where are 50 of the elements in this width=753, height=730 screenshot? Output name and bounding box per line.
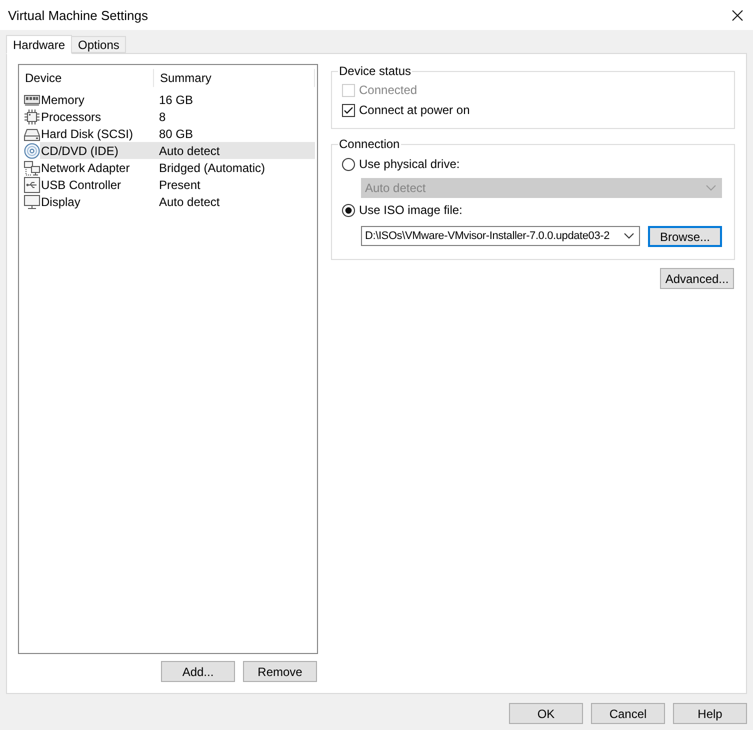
device-summary: Present <box>158 176 200 194</box>
device-name: Memory <box>40 92 86 108</box>
device-list-item[interactable]: USB Controller Present <box>40 176 315 193</box>
group-title: Device status <box>338 64 412 78</box>
radio-button[interactable] <box>342 158 355 170</box>
device-list-item[interactable]: Hard Disk (SCSI) 80 GB <box>40 125 315 142</box>
device-list-item[interactable]: Network Adapter Bridged (Automatic) <box>40 159 315 176</box>
device-summary: Bridged (Automatic) <box>158 160 266 176</box>
checkbox-label[interactable]: Connect at power on <box>359 101 470 119</box>
device-name: CD/DVD (IDE) <box>40 142 120 160</box>
column-header[interactable]: Device <box>19 69 154 87</box>
device-name: Display <box>40 194 82 210</box>
cancel-button[interactable]: Cancel <box>591 703 665 724</box>
ok-button[interactable]: OK <box>509 703 583 724</box>
radio-label[interactable]: Use ISO image file: <box>359 201 462 219</box>
device-summary: 8 <box>158 108 166 126</box>
device-list-item[interactable]: Display Auto detect <box>40 193 315 210</box>
add-button[interactable]: Add... <box>161 661 235 682</box>
browse-button[interactable]: Browse... <box>648 226 722 247</box>
device-list-item[interactable]: CD/DVD (IDE) Auto detect <box>40 142 315 159</box>
usb-icon <box>24 176 40 192</box>
tab[interactable]: Options <box>71 36 126 53</box>
processor-chip-icon <box>24 108 40 124</box>
device-summary: Auto detect <box>158 194 220 210</box>
device-summary: Auto detect <box>158 142 220 160</box>
checkbox[interactable] <box>342 104 355 116</box>
disc-icon <box>24 142 40 158</box>
advanced-button[interactable]: Advanced... <box>660 268 734 289</box>
iso-path-combobox[interactable]: D:\ISOs\VMware-VMvisor-Installer-7.0.0.update03-2 <box>361 226 640 246</box>
group-title: Connection <box>338 137 401 151</box>
device-list-item[interactable]: Memory 16 GB <box>40 91 315 108</box>
window-title: Virtual Machine Settings <box>8 7 148 25</box>
radio-label[interactable]: Use physical drive: <box>359 155 460 173</box>
radio-button[interactable] <box>342 204 355 216</box>
network-computers-icon <box>24 160 40 176</box>
device-name: Network Adapter <box>40 160 131 176</box>
device-name: Processors <box>40 108 102 126</box>
tab[interactable]: Hardware <box>6 35 72 54</box>
remove-button[interactable]: Remove <box>243 661 317 682</box>
help-button[interactable]: Help <box>673 703 747 724</box>
device-summary: 80 GB <box>158 126 194 142</box>
close-icon <box>732 10 742 20</box>
device-list-item[interactable]: Processors 8 <box>40 108 315 125</box>
chevron-down-icon <box>624 233 634 239</box>
column-header[interactable]: Summary <box>154 69 315 87</box>
device-name: USB Controller <box>40 176 122 194</box>
chevron-down-icon <box>706 185 716 191</box>
device-name: Hard Disk (SCSI) <box>40 126 134 142</box>
device-summary: 16 GB <box>158 92 194 108</box>
monitor-icon <box>24 194 40 210</box>
